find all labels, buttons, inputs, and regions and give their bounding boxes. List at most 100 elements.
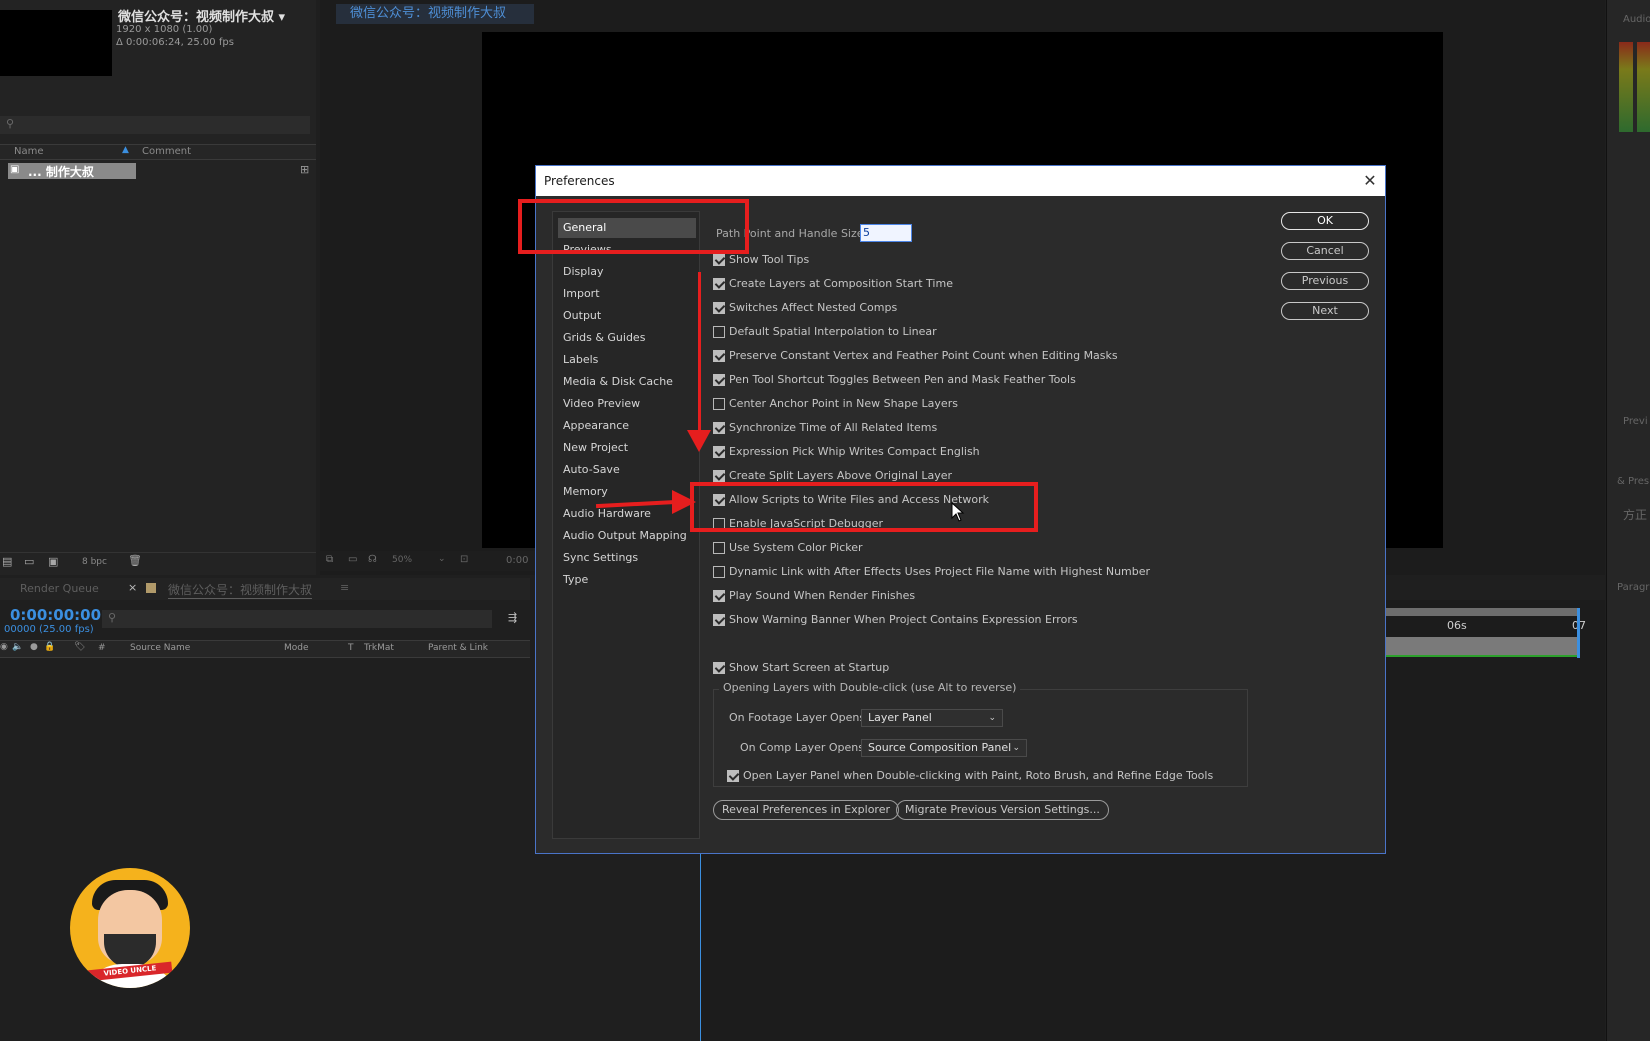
column-t[interactable]: T	[348, 643, 354, 653]
previous-button[interactable]: Previous	[1281, 272, 1369, 290]
footage-layer-select[interactable]: Layer Panel ⌄	[861, 709, 1003, 727]
viewer-time[interactable]: 0:00	[506, 555, 528, 566]
viewer-toolbar: ⧉ ▭ ☊ 50% ⌄ ⊡ 0:00	[320, 551, 535, 571]
project-footer: ▤ ▭ ▣ 8 bpc 🗑	[0, 552, 316, 571]
comp-title[interactable]: 微信公众号：视频制作大叔 ▾	[118, 6, 285, 25]
annotation-box-general	[518, 199, 749, 254]
ok-button[interactable]: OK	[1281, 212, 1369, 230]
playhead[interactable]	[1577, 608, 1580, 658]
cancel-button[interactable]: Cancel	[1281, 242, 1369, 260]
tab-comp[interactable]: 微信公众号：视频制作大叔	[168, 581, 313, 599]
category-item[interactable]: Display	[558, 262, 696, 282]
checkbox[interactable]	[713, 614, 725, 626]
checkbox[interactable]	[713, 446, 725, 458]
timeline-search-input[interactable]: ⚲	[102, 610, 492, 628]
annotation-arrow-line	[698, 272, 701, 434]
effects-panel-title[interactable]: & Pres	[1617, 476, 1649, 487]
checkbox[interactable]	[713, 302, 725, 314]
interpret-footage-icon[interactable]: ▤	[2, 555, 12, 568]
column-name[interactable]: Name	[14, 146, 44, 157]
annotation-arrow-head	[672, 490, 696, 514]
path-point-size-input[interactable]: 5	[860, 224, 912, 242]
column-trkmat[interactable]: TrkMat	[364, 643, 394, 653]
sort-arrow-icon: ▲	[122, 145, 129, 155]
trash-icon[interactable]: 🗑	[128, 554, 142, 567]
category-item[interactable]: Output	[558, 306, 696, 326]
category-item[interactable]: Labels	[558, 350, 696, 370]
zoom-level[interactable]: 50%	[392, 555, 412, 565]
comp-flowchart-icon[interactable]: ⇶	[508, 611, 517, 624]
checkbox[interactable]	[713, 326, 725, 338]
solo-icon[interactable]: ●	[30, 642, 38, 652]
checkbox[interactable]	[713, 398, 725, 410]
new-folder-icon[interactable]: ▭	[24, 555, 34, 568]
category-item[interactable]: Audio Output Mapping	[558, 526, 696, 546]
label-tag-icon[interactable]: 🏷	[74, 642, 85, 652]
close-icon[interactable]: ✕	[1356, 166, 1384, 196]
checkbox[interactable]	[713, 254, 725, 266]
bit-depth-button[interactable]: 8 bpc	[82, 557, 107, 567]
checkbox[interactable]	[713, 422, 725, 434]
checkbox[interactable]	[713, 590, 725, 602]
checkbox[interactable]	[713, 566, 725, 578]
annotation-arrow-head	[687, 430, 711, 452]
category-item[interactable]: Type	[558, 570, 696, 590]
frame-info: 00000 (25.00 fps)	[4, 624, 94, 635]
checkbox[interactable]	[713, 374, 725, 386]
category-item[interactable]: Auto-Save	[558, 460, 696, 480]
current-time-indicator[interactable]	[700, 850, 701, 1041]
right-panel-column: Audio Previ & Pres 方正 Paragr	[1606, 0, 1650, 1041]
panel-menu-icon[interactable]: ≡	[340, 581, 349, 594]
viewer-tab[interactable]: 微信公众号：视频制作大叔	[336, 4, 534, 24]
current-time[interactable]: 0:00:00:00	[10, 606, 101, 624]
category-item[interactable]: Import	[558, 284, 696, 304]
audio-panel-title[interactable]: Audio	[1623, 14, 1650, 25]
chevron-down-icon[interactable]: ⌄	[438, 554, 446, 564]
footage-layer-label: On Footage Layer Opens:	[729, 711, 869, 724]
mask-icon[interactable]: ☊	[368, 554, 377, 565]
preview-panel-title[interactable]: Previ	[1623, 416, 1648, 427]
column-mode[interactable]: Mode	[284, 643, 309, 653]
checkbox[interactable]	[713, 662, 725, 674]
speaker-icon[interactable]: 🔈	[12, 642, 23, 652]
layer-duration-bar[interactable]	[1385, 637, 1580, 657]
paragraph-panel-title[interactable]: Paragr	[1617, 582, 1649, 593]
snapshot-icon[interactable]: ⧉	[326, 554, 333, 565]
next-button[interactable]: Next	[1281, 302, 1369, 320]
mouse-cursor-icon	[951, 502, 965, 522]
column-parent[interactable]: Parent & Link	[428, 643, 488, 653]
timeline-tabs: Render Queue × 微信公众号：视频制作大叔 ≡	[0, 578, 530, 600]
flowchart-icon[interactable]: ⊞	[300, 163, 309, 176]
reveal-preferences-button[interactable]: Reveal Preferences in Explorer	[713, 800, 900, 820]
lock-icon[interactable]: 🔒	[44, 642, 55, 652]
category-item[interactable]: Appearance	[558, 416, 696, 436]
new-comp-icon[interactable]: ▣	[48, 555, 58, 568]
checkbox[interactable]	[727, 770, 739, 782]
migrate-settings-button[interactable]: Migrate Previous Version Settings...	[896, 800, 1109, 820]
checkbox[interactable]	[713, 542, 725, 554]
project-column-header: Name ▲ Comment	[0, 144, 316, 160]
category-item[interactable]: Grids & Guides	[558, 328, 696, 348]
column-source-name[interactable]: Source Name	[130, 643, 190, 653]
category-item[interactable]: Video Preview	[558, 394, 696, 414]
project-item[interactable]: ▣ ... 制作大叔	[8, 163, 136, 179]
region-icon[interactable]: ⊡	[460, 554, 468, 565]
close-icon[interactable]: ×	[128, 581, 137, 594]
column-comment[interactable]: Comment	[142, 146, 191, 157]
chevron-down-icon: ⌄	[1012, 743, 1020, 753]
search-icon: ⚲	[6, 117, 15, 130]
checkbox[interactable]	[713, 350, 725, 362]
work-area-bar[interactable]	[1385, 608, 1580, 616]
dialog-title: Preferences	[536, 166, 1385, 196]
checkbox[interactable]	[713, 278, 725, 290]
category-item[interactable]: Sync Settings	[558, 548, 696, 568]
category-item[interactable]: New Project	[558, 438, 696, 458]
category-item[interactable]: Media & Disk Cache	[558, 372, 696, 392]
project-search-input[interactable]: ⚲	[0, 116, 310, 134]
tab-render-queue[interactable]: Render Queue	[20, 582, 99, 595]
eye-icon[interactable]: ◉	[0, 642, 8, 652]
font-name[interactable]: 方正	[1623, 506, 1647, 523]
monitor-icon[interactable]: ▭	[348, 554, 357, 565]
checkbox[interactable]	[713, 470, 725, 482]
comp-layer-select[interactable]: Source Composition Panel ⌄	[861, 739, 1027, 757]
